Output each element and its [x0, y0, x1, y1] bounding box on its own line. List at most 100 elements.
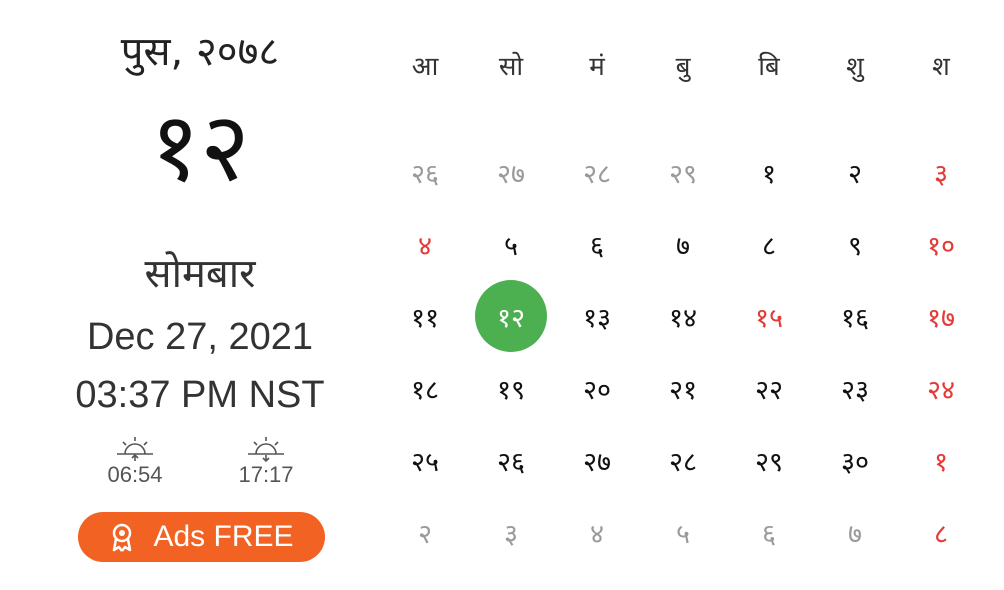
month-calendar: आ सो मं बु बि शु श २६ २७ २८ २९ १ २ ३ ४ ५ ६ ७ ८ ९ १० ११ १२ १३ १४…: [382, 30, 984, 568]
calendar-day[interactable]: २: [382, 496, 468, 568]
calendar-day-number: १४: [668, 302, 698, 334]
calendar-day[interactable]: ४: [382, 208, 468, 280]
calendar-day-number: २४: [926, 374, 956, 406]
sunset-info: 17:17: [221, 434, 311, 488]
gregorian-date: Dec 27, 2021: [86, 316, 314, 358]
calendar-day-number: ६: [589, 230, 605, 262]
weekday-header: सो: [498, 52, 524, 82]
calendar-day[interactable]: ८: [898, 496, 984, 568]
weekday-header: आ: [411, 52, 439, 82]
date-panel: पुस, २०७८ १२ सोमबार Dec 27, 2021 03:37 P…: [0, 0, 400, 590]
calendar-day[interactable]: १८: [382, 352, 468, 424]
weekday-header: बु: [675, 52, 691, 82]
calendar-day[interactable]: २७: [468, 136, 554, 208]
calendar-day[interactable]: २८: [554, 136, 640, 208]
calendar-day[interactable]: ७: [640, 208, 726, 280]
calendar-day[interactable]: ५: [468, 208, 554, 280]
calendar-day-number: १०: [926, 230, 956, 262]
calendar-day-number: १८: [410, 374, 440, 406]
current-time: 03:37 PM NST: [75, 374, 325, 416]
calendar-week-row: ११ १२ १३ १४ १५ १६ १७: [382, 280, 984, 352]
calendar-day-number: ४: [589, 518, 605, 550]
calendar-day-number: २७: [496, 158, 526, 190]
calendar-day[interactable]: ३: [468, 496, 554, 568]
calendar-day[interactable]: १०: [898, 208, 984, 280]
calendar-day-number: २६: [410, 158, 440, 190]
calendar-day[interactable]: ३०: [812, 424, 898, 496]
sunrise-time: 06:54: [107, 462, 163, 487]
calendar-day-number: २९: [668, 158, 698, 190]
calendar-week-row: २ ३ ४ ५ ६ ७ ८: [382, 496, 984, 568]
calendar-day-number: १: [933, 446, 949, 478]
calendar-week-row: २५ २६ २७ २८ २९ ३० १: [382, 424, 984, 496]
calendar-day-number: ६: [761, 518, 777, 550]
calendar-day[interactable]: १: [726, 136, 812, 208]
calendar-day[interactable]: ६: [554, 208, 640, 280]
calendar-day[interactable]: २६: [382, 136, 468, 208]
calendar-week-row: १८ १९ २० २१ २२ २३ २४: [382, 352, 984, 424]
calendar-day-number: ५: [503, 230, 519, 262]
calendar-day-number: २७: [582, 446, 612, 478]
weekday-header: मं: [589, 52, 605, 82]
calendar-day[interactable]: २६: [468, 424, 554, 496]
ads-free-button[interactable]: Ads FREE: [78, 512, 325, 562]
calendar-day[interactable]: ४: [554, 496, 640, 568]
calendar-day-number: १२: [475, 280, 547, 352]
calendar-day-number: ११: [410, 302, 440, 334]
calendar-day-number: १३: [582, 302, 612, 334]
calendar-day[interactable]: २१: [640, 352, 726, 424]
calendar-day[interactable]: २७: [554, 424, 640, 496]
calendar-day[interactable]: ३: [898, 136, 984, 208]
calendar-day-number: २९: [754, 446, 784, 478]
calendar-day[interactable]: १९: [468, 352, 554, 424]
calendar-day-number: ३०: [840, 446, 870, 478]
calendar-day[interactable]: २०: [554, 352, 640, 424]
calendar-day[interactable]: २८: [640, 424, 726, 496]
weekday-header-row: आ सो मं बु बि शु श: [382, 30, 984, 100]
calendar-day-number: २३: [840, 374, 870, 406]
calendar-day[interactable]: २२: [726, 352, 812, 424]
calendar-day[interactable]: १: [898, 424, 984, 496]
calendar-week-row: ४ ५ ६ ७ ८ ९ १०: [382, 208, 984, 280]
calendar-day[interactable]: २५: [382, 424, 468, 496]
calendar-day[interactable]: २९: [726, 424, 812, 496]
calendar-day[interactable]: २४: [898, 352, 984, 424]
calendar-day[interactable]: १५: [726, 280, 812, 352]
calendar-day-number: ८: [933, 518, 949, 550]
calendar-day[interactable]: ८: [726, 208, 812, 280]
calendar-day[interactable]: १७: [898, 280, 984, 352]
calendar-day[interactable]: १४: [640, 280, 726, 352]
calendar-day-number: २: [417, 518, 433, 550]
ads-free-label: Ads FREE: [153, 520, 294, 553]
calendar-day-number: २: [847, 158, 863, 190]
calendar-day-today[interactable]: १२: [468, 280, 554, 352]
calendar-day-number: २८: [668, 446, 698, 478]
calendar-day[interactable]: ११: [382, 280, 468, 352]
calendar-day-number: १५: [754, 302, 784, 334]
month-year-title: पुस, २०७८: [120, 29, 280, 75]
calendar-day-number: १: [761, 158, 777, 190]
award-ribbon-icon: [109, 522, 135, 552]
calendar-day-number: ३: [503, 518, 519, 550]
calendar-day-number: १९: [496, 374, 526, 406]
calendar-day[interactable]: ६: [726, 496, 812, 568]
sunrise-icon: [90, 434, 180, 462]
calendar-day-number: २१: [668, 374, 698, 406]
calendar-day[interactable]: २९: [640, 136, 726, 208]
calendar-day-number: ९: [847, 230, 863, 262]
weekday-header: बि: [758, 52, 780, 82]
calendar-day[interactable]: २: [812, 136, 898, 208]
calendar-day[interactable]: २३: [812, 352, 898, 424]
calendar-day[interactable]: ९: [812, 208, 898, 280]
weekday-header: श: [932, 52, 950, 82]
sunset-time: 17:17: [238, 462, 294, 487]
calendar-day[interactable]: ५: [640, 496, 726, 568]
calendar-day[interactable]: ७: [812, 496, 898, 568]
calendar-day-number: ७: [847, 518, 863, 550]
calendar-day-number: २८: [582, 158, 612, 190]
calendar-day[interactable]: १६: [812, 280, 898, 352]
calendar-day-number: २५: [410, 446, 440, 478]
weekday-label: सोमबार: [144, 251, 256, 297]
calendar-day[interactable]: १३: [554, 280, 640, 352]
calendar-day-number: २०: [582, 374, 612, 406]
